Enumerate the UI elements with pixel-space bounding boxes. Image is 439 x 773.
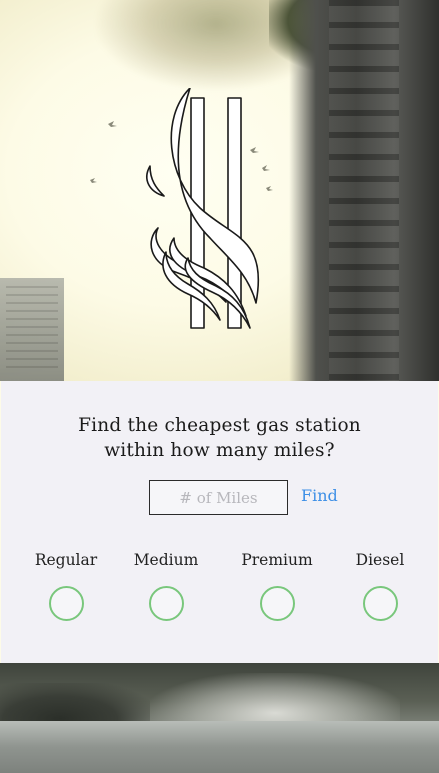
flooded-street: [0, 721, 439, 773]
fuel-type-options: Regular Medium Premium Diesel: [1, 551, 438, 631]
fuel-label-diesel: Diesel: [355, 551, 405, 569]
fuel-option-regular: Regular: [16, 551, 116, 621]
fuel-label-premium: Premium: [241, 551, 313, 569]
ruined-building-left: [0, 278, 64, 381]
ruined-building-right: [289, 0, 439, 381]
fuel-label-regular: Regular: [34, 551, 98, 569]
miles-input[interactable]: [149, 480, 288, 515]
search-card: Find the cheapest gas station within how…: [1, 381, 438, 663]
fuel-option-premium: Premium: [227, 551, 327, 621]
fuel-radio-regular[interactable]: [48, 586, 84, 621]
fuel-option-medium: Medium: [116, 551, 216, 621]
bottom-background: [0, 663, 439, 773]
hero-background: [0, 0, 439, 381]
gas-flame-logo-icon: [146, 88, 260, 329]
search-question: Find the cheapest gas station within how…: [78, 415, 361, 461]
fuel-radio-medium[interactable]: [148, 586, 184, 621]
fuel-radio-diesel[interactable]: [362, 586, 398, 621]
find-button[interactable]: Find: [301, 486, 338, 505]
tree-foliage: [96, 0, 296, 90]
fuel-label-medium: Medium: [133, 551, 199, 569]
fuel-radio-premium[interactable]: [259, 586, 295, 621]
fuel-option-diesel: Diesel: [330, 551, 430, 621]
